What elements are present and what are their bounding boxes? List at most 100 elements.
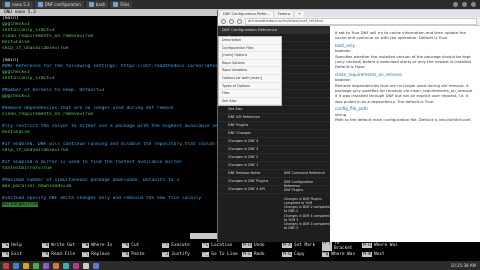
shortcut[interactable]: ^X Exit [0,252,40,257]
shortcut-row-1: ^G Help ^O Write Out ^W Where Is ^K Cut ^T Execut… [0,240,480,251]
line-text: #Remove dependencies that are no longer … [2,106,174,111]
shortcut-key: ^T [162,243,170,248]
shortcut[interactable]: M-6 Copy [280,252,320,257]
line-text: skip_if_unavailable=True [2,148,69,153]
shortcut[interactable]: ^Q Where Was [320,252,360,257]
shortcut-key: M-6 [282,252,292,257]
shortcut-key: ^_ [202,252,210,257]
docs-content: If set to True DNF will try to cache inf… [330,26,480,242]
dock-app-icon[interactable] [3,262,9,269]
tray [453,2,480,7]
tray-icon[interactable] [462,2,467,7]
shortcut-label: Write Out [51,243,76,248]
address-bar[interactable]: dnf.readthedocs.io/en/latest/conf_ref.ht… [245,17,477,25]
shortcut[interactable]: M-A Set Mark [280,243,320,248]
shortcut[interactable]: ^C Location [200,243,240,248]
shortcut-label: Cut [131,243,140,248]
shortcut[interactable]: ^W Where Is [80,243,120,248]
sidebar-link[interactable]: DNF Command Reference [282,171,330,180]
line-text: #If enabled a mirror is used to find the… [2,160,182,165]
browser-window[interactable]: DNF Configuration Refer... Fedora + dnf.re… [217,10,480,242]
app-icon [88,2,94,7]
app-icon [37,2,43,7]
submenu-item[interactable]: See Also [219,98,281,106]
shortcut[interactable]: ^O Write Out [40,243,80,248]
sidebar-link[interactable]: Changes in DNF 4 compared to YUM 3 [282,214,330,223]
submenu-item[interactable]: Types of Options [219,83,281,91]
dock-app-icon[interactable] [93,262,99,269]
sidebar-item[interactable]: See Also [218,106,330,114]
reload-icon[interactable] [237,18,242,24]
sidebar-link[interactable]: DNF Plugins [282,188,330,197]
shortcut[interactable]: ^K Cut [120,243,160,248]
dock-app-icon[interactable] [33,262,39,269]
line-text: clean_requirements_on_remove=True [2,112,94,117]
shortcut[interactable]: ^R Read File [40,252,80,257]
shortcut[interactable]: ^J Justify [160,252,200,257]
forward-icon[interactable] [229,18,234,24]
nano-shortcut-bar: ^G Help ^O Write Out ^W Where Is ^K Cut ^T Execut… [0,240,480,259]
submenu-item[interactable]: [main] Options [219,52,281,60]
sidebar-item[interactable]: Changes in DNF 4 [218,138,330,146]
tray-icon[interactable] [471,2,476,7]
shortcut[interactable]: ^U Paste [120,252,160,257]
sidebar-item[interactable]: DNF API Reference [218,114,330,122]
sidebar-item[interactable]: Changes in DNF 3 [218,146,330,154]
line-text: gpgcheck=1 [2,70,30,75]
app-icon [5,2,10,7]
submenu-item[interactable]: Repo Options [219,60,281,68]
line-text: deltarpm=True [2,202,38,207]
shortcut[interactable]: ^T Execute [160,243,200,248]
shortcut[interactable]: M-E Redo [240,252,280,257]
line-text: max_parallel_downloads=10 [2,184,72,189]
shortcut[interactable]: ^\ Replace [80,252,120,257]
sidebar-link[interactable]: Changes in DNF-4 compared to DNF-3 [282,222,330,231]
sidebar-item[interactable]: DNF Changes [218,130,330,138]
shortcut[interactable]: ^G Help [0,243,40,248]
browser-tab[interactable]: Fedora [274,11,294,17]
dock-app-icon[interactable] [23,262,29,269]
sidebar-item[interactable]: Changes in DNF 1 [218,162,330,170]
submenu-item[interactable]: Repo Variables [219,67,281,75]
sidebar-item[interactable]: Changes in DNF 2 [218,154,330,162]
shortcut-label: Read File [51,252,76,257]
shortcut[interactable]: M-Q Where Was [360,243,400,248]
browser-tab[interactable]: DNF Configuration Refer... [220,11,273,17]
dock-app-icon[interactable] [73,262,79,269]
line-text: skip_if_unavailable=True [2,46,69,51]
doc-paragraph: If set to True DNF will try to cache inf… [335,30,466,41]
sidebar-link[interactable]: Changes in DNF-2 compared to DNF-1 [282,205,330,214]
shortcut-key: ^Q [322,252,330,257]
sidebar-link[interactable]: Changes in DNF Plugins compared to YUM [282,197,330,206]
dock-app-icon[interactable] [53,262,59,269]
sidebar-item[interactable]: DNF Plugins [218,122,330,130]
line-text: #Instead specify DNF delta changes only … [2,196,202,201]
taskbar-item[interactable]: bash [85,1,109,8]
sidebar-heading: DNF Configuration Reference [218,26,330,34]
shortcut-label: Execute [171,243,190,248]
taskbar-item[interactable]: Files [110,1,133,8]
back-icon[interactable] [221,18,226,24]
sidebar-link[interactable]: DNF Configuration Reference [282,180,330,189]
taskbar-item[interactable]: DNF configuration [34,1,84,8]
submenu-item[interactable]: Files [219,90,281,98]
browser-tab[interactable]: + [295,11,305,17]
line-text: [main] [2,16,19,21]
app-icon [113,2,119,7]
shortcut[interactable]: ^_ Go To Line [200,252,240,257]
shortcut[interactable]: M-] To Bracket [320,240,360,251]
shortcut-key: ^R [42,252,50,257]
taskbar-item[interactable]: nano 5.3 [2,1,33,8]
dock-app-icon[interactable] [43,262,49,269]
submenu-item[interactable]: Description [219,37,281,45]
shortcut[interactable]: M-W Next [360,252,400,257]
dock-app-icon[interactable] [83,262,89,269]
dock-app-icon[interactable] [63,262,69,269]
submenu-item[interactable]: Options for both [main] [219,75,281,83]
dock-app-icon[interactable] [13,262,19,269]
shortcut-label: Copy [293,252,305,257]
shortcut[interactable]: M-U Undo [240,243,280,248]
tray-icon[interactable] [453,2,458,7]
shortcut-label: Go To Line [211,252,238,257]
submenu-item[interactable]: Configuration Files [219,45,281,53]
